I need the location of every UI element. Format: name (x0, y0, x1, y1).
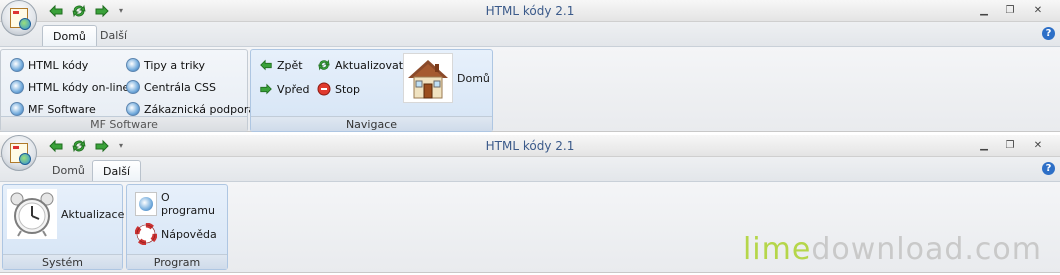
tab-more[interactable]: Další (90, 25, 137, 46)
watermark-rest: download.com (811, 232, 1042, 267)
help-icon[interactable]: ? (1042, 27, 1055, 40)
restore-icon[interactable]: ❐ (999, 138, 1021, 152)
tab-home[interactable]: Domů (42, 25, 97, 46)
group-label: Systém (3, 254, 122, 269)
globe-icon (126, 58, 140, 72)
button-label: Aktualizace (61, 207, 125, 221)
stop-button[interactable]: Stop (317, 80, 360, 98)
app-document-icon (10, 8, 31, 30)
button-label: Aktualizovat (335, 58, 404, 72)
group-navigation: Zpět Vpřed Aktualizovat Stop Domů Naviga… (250, 49, 493, 132)
alarm-clock-icon (7, 189, 57, 239)
link-label: Zákaznická podpora (144, 102, 256, 116)
button-label: Nápověda (161, 227, 217, 241)
refresh-button[interactable]: Aktualizovat (317, 56, 403, 74)
window-home-tab: ▾ HTML kódy 2.1 ▁ ❐ ✕ Domů Další ? HTML … (0, 0, 1060, 135)
link-label: Centrála CSS (144, 80, 216, 94)
link-label: Tipy a triky (144, 58, 206, 72)
close-icon[interactable]: ✕ (1027, 138, 1049, 152)
link-tipy-a-triky[interactable]: Tipy a triky (126, 56, 205, 74)
button-label: Domů (457, 71, 490, 85)
watermark-lime: lime (742, 232, 812, 267)
button-label: O programu (160, 191, 215, 217)
group-system: Aktualizace Systém (2, 184, 124, 270)
tab-home[interactable]: Domů (42, 160, 95, 181)
window-more-tab: ▾ HTML kódy 2.1 ▁ ❐ ✕ Domů Další ? Aktua… (0, 135, 1060, 275)
link-label: HTML kódy on-line (28, 80, 130, 94)
tab-more[interactable]: Další (92, 160, 142, 181)
globe-icon (10, 102, 24, 116)
group-label: MF Software (1, 116, 247, 131)
update-button[interactable]: Aktualizace (7, 189, 124, 239)
about-info-icon (135, 192, 157, 216)
globe-icon (10, 58, 24, 72)
help-button[interactable]: Nápověda (134, 222, 217, 246)
link-centrala-css[interactable]: Centrála CSS (126, 78, 216, 96)
link-label: HTML kódy (28, 58, 89, 72)
about-button[interactable]: O programu (135, 191, 227, 217)
close-icon[interactable]: ✕ (1027, 3, 1049, 17)
group-program: O programu Nápověda Program (126, 184, 228, 270)
forward-button[interactable]: Vpřed (259, 80, 310, 98)
ribbon-panel: HTML kódy HTML kódy on-line MF Software … (0, 46, 1060, 132)
home-button[interactable]: Domů (403, 53, 490, 103)
globe-icon (126, 102, 140, 116)
minimize-icon[interactable]: ▁ (973, 3, 995, 17)
group-label: Navigace (251, 116, 492, 131)
button-label: Vpřed (277, 82, 310, 96)
link-html-kody[interactable]: HTML kódy (10, 56, 88, 74)
back-button[interactable]: Zpět (259, 56, 303, 74)
application-menu-button[interactable] (1, 0, 37, 36)
button-label: Stop (335, 82, 361, 96)
forward-arrow-icon (259, 82, 273, 96)
stop-icon (317, 82, 331, 96)
minimize-icon[interactable]: ▁ (973, 138, 995, 152)
button-label: Zpět (277, 58, 303, 72)
link-html-kody-online[interactable]: HTML kódy on-line (10, 78, 129, 96)
watermark-logo: limedownload.com (743, 232, 1042, 267)
application-menu-button[interactable] (1, 135, 37, 171)
title-bar: ▾ HTML kódy 2.1 ▁ ❐ ✕ (0, 0, 1060, 22)
group-label: Program (127, 254, 227, 269)
ribbon-tab-row: Domů Další ? (0, 157, 1060, 181)
ribbon-tab-row: Domů Další ? (0, 22, 1060, 46)
app-document-icon (10, 143, 31, 165)
globe-icon (126, 80, 140, 94)
window-title: HTML kódy 2.1 (485, 139, 575, 153)
group-mf-software: HTML kódy HTML kódy on-line MF Software … (0, 49, 255, 132)
house-icon (403, 53, 453, 103)
restore-icon[interactable]: ❐ (999, 3, 1021, 17)
title-bar: ▾ HTML kódy 2.1 ▁ ❐ ✕ (0, 135, 1060, 157)
globe-icon (10, 80, 24, 94)
help-icon[interactable]: ? (1042, 162, 1055, 175)
refresh-icon (317, 58, 331, 72)
back-arrow-icon (259, 58, 273, 72)
lifebuoy-icon (134, 222, 158, 246)
window-title: HTML kódy 2.1 (485, 4, 575, 18)
link-label: MF Software (28, 102, 96, 116)
